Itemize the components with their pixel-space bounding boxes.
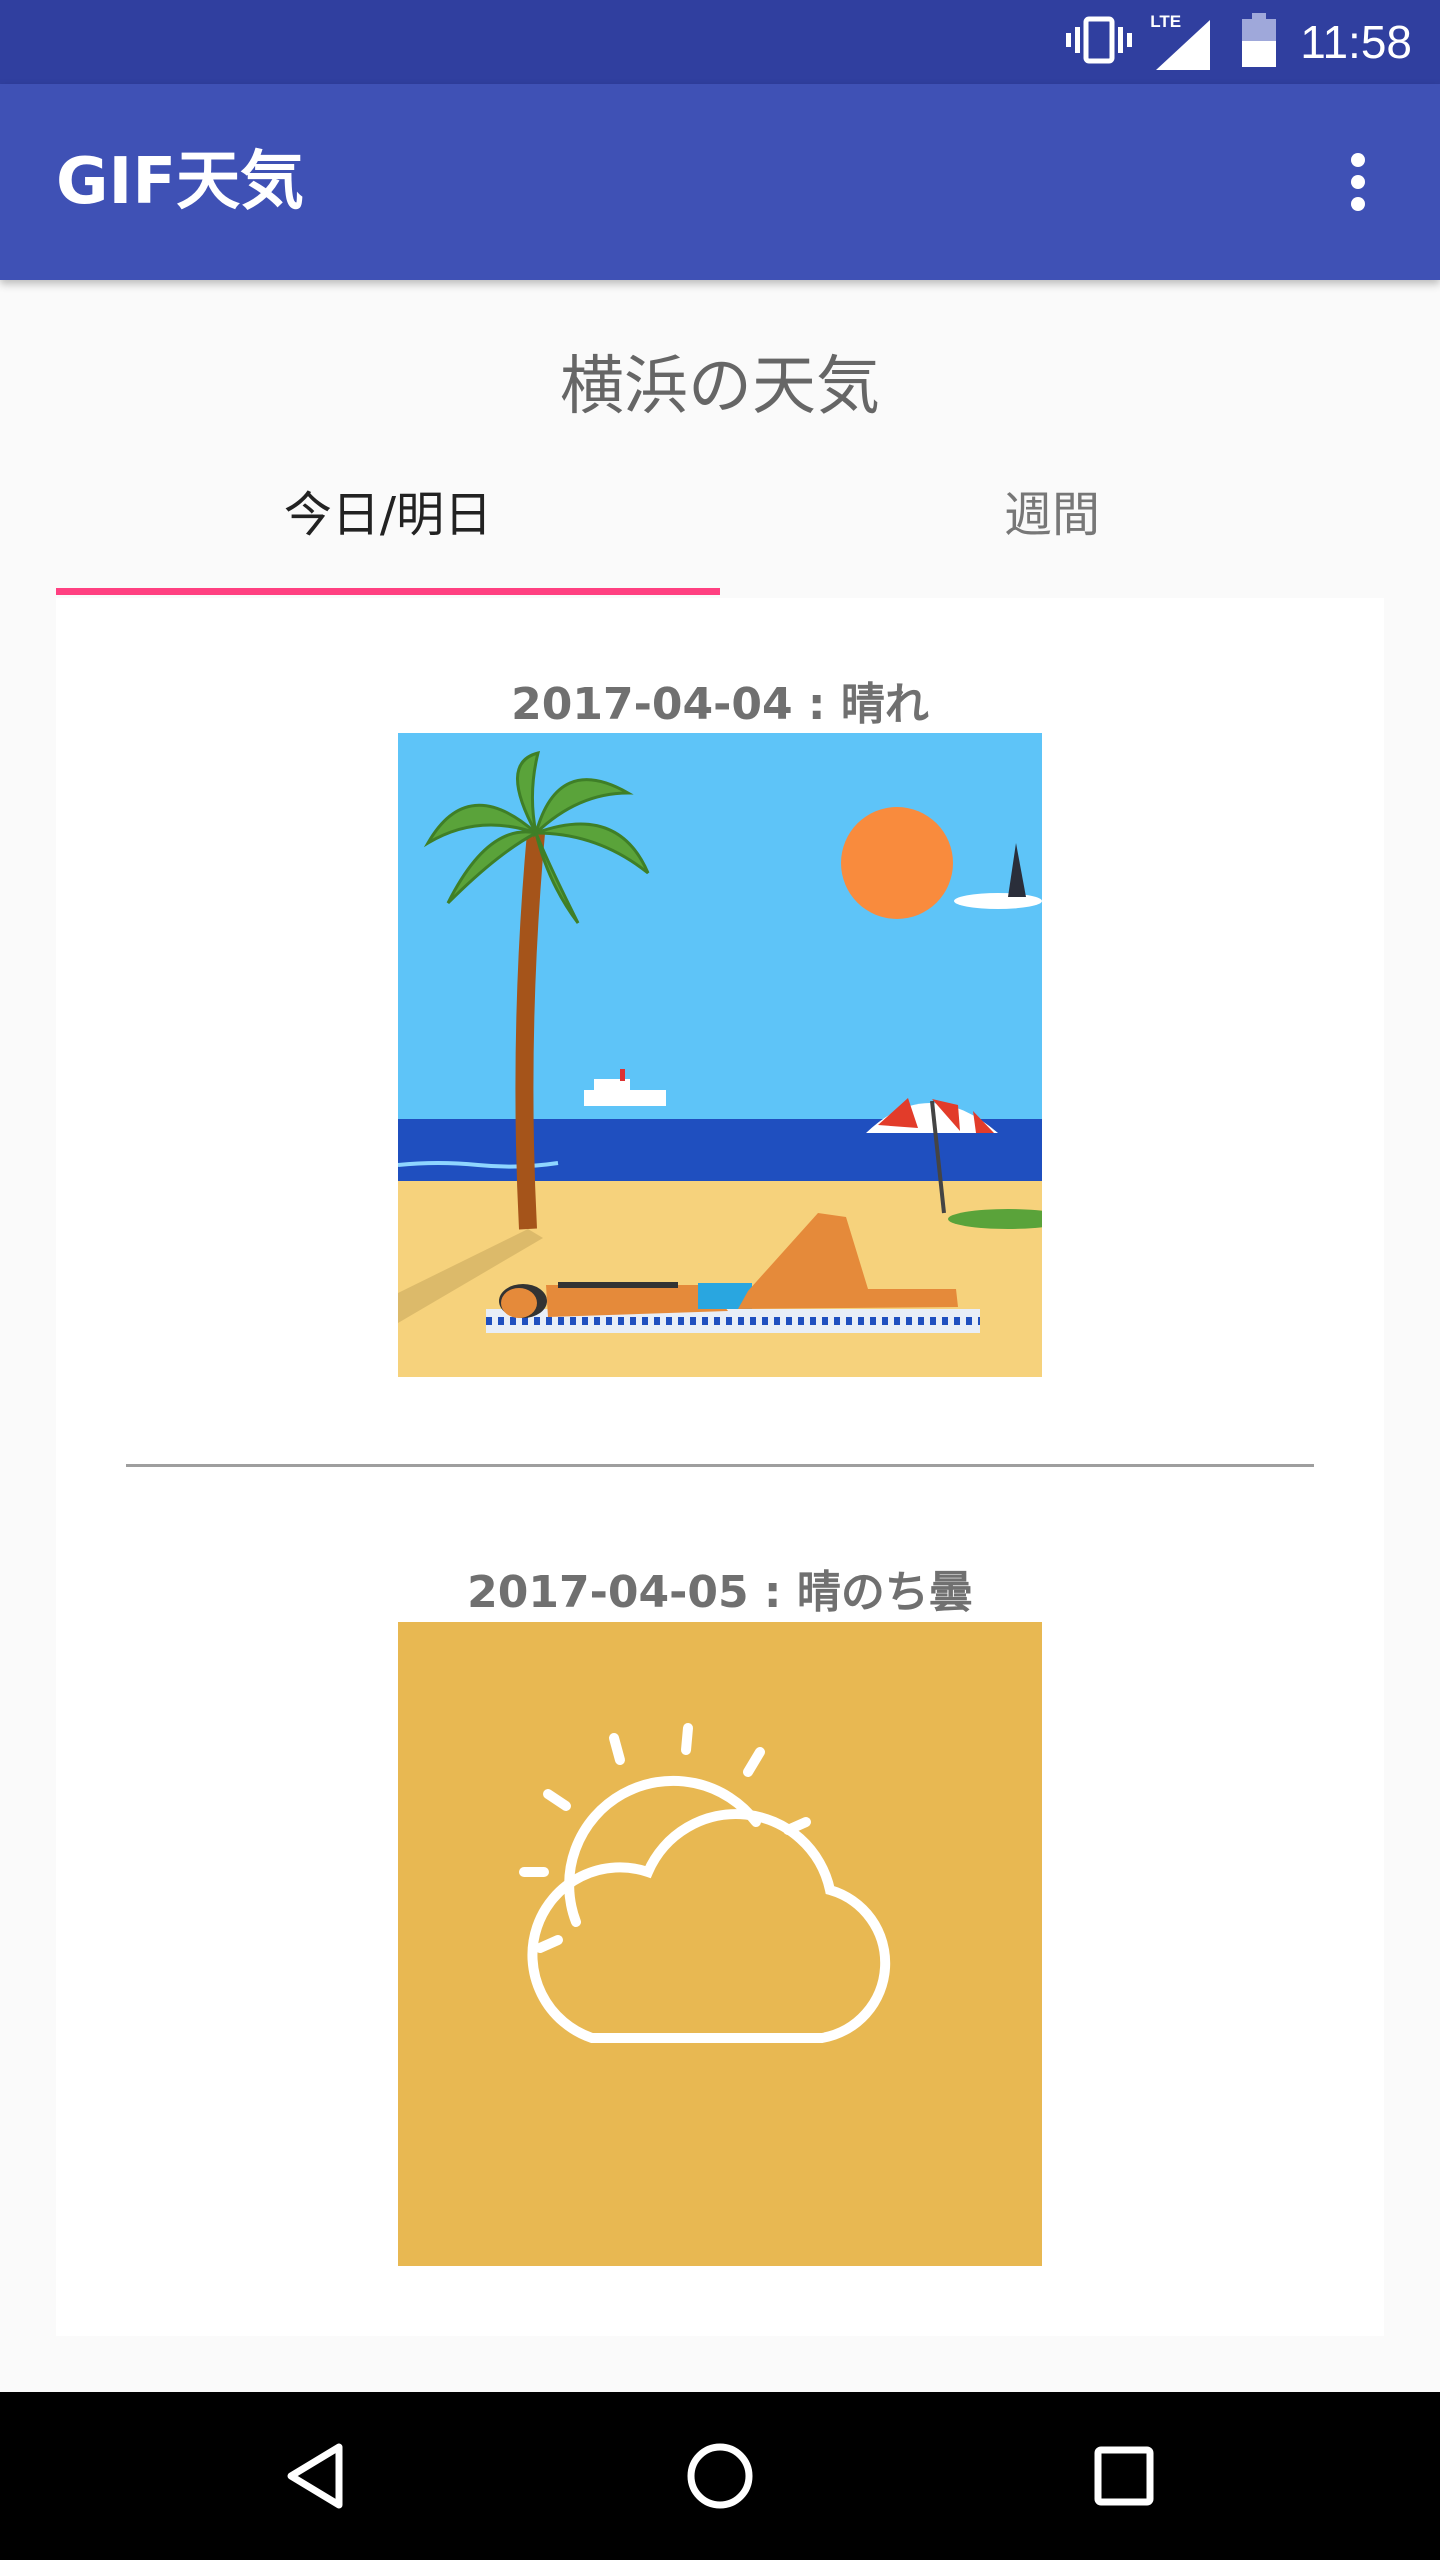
city-weather-heading: 横浜の天気 (560, 350, 880, 424)
nav-back-button[interactable] (256, 2416, 376, 2536)
tab-bar: 今日/明日 週間 (56, 460, 1384, 596)
status-bar: LTE 11:58 (0, 0, 1440, 84)
vibrate-icon (1066, 15, 1133, 69)
recents-square-icon (1094, 2446, 1154, 2506)
status-icons: LTE 11:58 (1066, 0, 1412, 84)
app-title: GIF天気 (56, 145, 305, 219)
app-bar: GIF天気 (0, 84, 1440, 280)
beach-sunny-illustration (397, 733, 1068, 1377)
tab-selected-indicator (56, 588, 720, 595)
forecast-divider (126, 1464, 1314, 1467)
home-circle-icon (687, 2443, 753, 2509)
forecast-day-label-today: 2017-04-04 : 晴れ (511, 679, 929, 730)
tab-weekly[interactable]: 週間 (720, 460, 1384, 570)
lte-signal-icon: LTE (1150, 12, 1211, 70)
tab-today-tomorrow[interactable]: 今日/明日 (56, 460, 720, 570)
system-navigation-bar (0, 2392, 1440, 2560)
more-vert-icon (1351, 153, 1365, 211)
clock-time: 11:58 (1300, 16, 1412, 68)
back-triangle-icon (287, 2443, 343, 2509)
battery-icon (1242, 13, 1277, 71)
forecast-day-label-tomorrow: 2017-04-05 : 晴のち曇 (467, 1567, 973, 1618)
sun-behind-cloud-icon (519, 1723, 891, 2043)
nav-recents-button[interactable] (1064, 2416, 1184, 2536)
overflow-menu-button[interactable] (1312, 136, 1404, 228)
partly-cloudy-image (398, 1622, 1042, 2266)
nav-home-button[interactable] (660, 2416, 780, 2536)
